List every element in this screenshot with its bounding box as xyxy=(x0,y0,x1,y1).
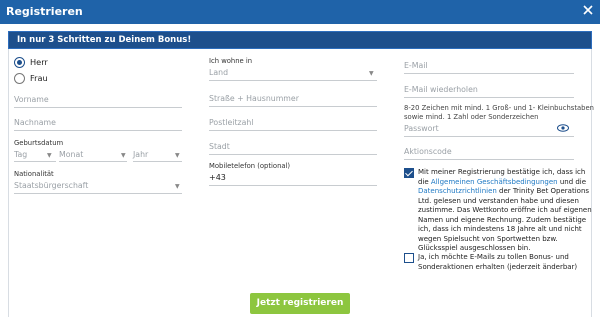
postal-code-underline xyxy=(209,130,377,131)
promo-banner: In nur 3 Schritten zu Deinem Bonus! xyxy=(8,31,592,49)
birth-month-select[interactable]: Monat xyxy=(59,150,83,159)
birth-month-underline xyxy=(59,161,127,162)
terms-checkbox[interactable] xyxy=(404,168,414,178)
mobile-underline xyxy=(209,185,377,186)
nationality-select[interactable]: Staatsbürgerschaft xyxy=(14,181,88,190)
promo-text: In nur 3 Schritten zu Deinem Bonus! xyxy=(17,35,192,45)
birth-day-underline xyxy=(14,161,56,162)
mobile-label: Mobiletelefon (optional) xyxy=(209,162,291,170)
last-name-field[interactable]: Nachname xyxy=(14,118,56,127)
privacy-link[interactable]: Datenschutzrichtlinien xyxy=(418,187,497,195)
newsletter-text: Ja, ich möchte E-Mails zu tollen Bonus- … xyxy=(418,253,578,271)
email-field[interactable]: E-Mail xyxy=(404,61,428,70)
birthdate-label: Geburtsdatum xyxy=(14,139,64,147)
street-underline xyxy=(209,106,377,107)
terms-text: Mit meiner Registrierung bestätige ich, … xyxy=(418,168,594,254)
email-repeat-field[interactable]: E-Mail wiederholen xyxy=(404,85,478,94)
birth-year-select[interactable]: Jahr xyxy=(133,150,148,159)
birth-day-select[interactable]: Tag xyxy=(14,150,27,159)
city-field[interactable]: Stadt xyxy=(209,142,230,151)
first-name-field[interactable]: Vorname xyxy=(14,95,49,104)
terms-text-mid: und die xyxy=(557,177,587,186)
city-underline xyxy=(209,154,377,155)
terms-text-post: der Trinity Bet Operations Ltd. gelesen … xyxy=(418,187,592,252)
password-field[interactable]: Passwort xyxy=(404,124,439,133)
password-hint-line1: 8-20 Zeichen mit mind. 1 Groß- und 1- Kl… xyxy=(404,104,594,112)
chevron-down-icon: ▼ xyxy=(175,183,180,190)
chevron-down-icon: ▼ xyxy=(47,152,52,159)
chevron-down-icon: ▼ xyxy=(175,152,180,159)
chevron-down-icon: ▼ xyxy=(369,70,374,77)
email-repeat-underline xyxy=(404,97,574,98)
password-hint-line2: sowie mind. 1 Zahl oder Sonderzeichen xyxy=(404,113,539,121)
birth-year-underline xyxy=(133,161,182,162)
salutation-frau-label: Frau xyxy=(30,73,48,83)
promo-code-underline xyxy=(404,159,574,160)
dialog-titlebar: Registrieren xyxy=(0,0,600,24)
eye-icon[interactable] xyxy=(557,124,569,132)
first-name-underline xyxy=(14,107,182,108)
nationality-label: Nationalität xyxy=(14,170,54,178)
email-underline xyxy=(404,73,574,74)
last-name-underline xyxy=(14,130,182,131)
salutation-frau-radio[interactable] xyxy=(14,73,25,84)
street-field[interactable]: Straße + Hausnummer xyxy=(209,94,299,103)
chevron-down-icon: ▼ xyxy=(121,152,126,159)
residence-label: Ich wohne in xyxy=(209,57,253,65)
dialog-title: Registrieren xyxy=(6,5,83,18)
agb-link[interactable]: Allgemeinen Geschäftsbedingungen xyxy=(431,178,558,186)
newsletter-checkbox[interactable] xyxy=(404,253,414,263)
country-select[interactable]: Land xyxy=(209,68,228,77)
salutation-herr-label: Herr xyxy=(30,57,48,67)
promo-code-field[interactable]: Aktionscode xyxy=(404,147,452,156)
password-underline xyxy=(404,136,574,137)
register-button[interactable]: Jetzt registrieren xyxy=(250,293,350,314)
salutation-herr-radio[interactable] xyxy=(14,57,25,68)
postal-code-field[interactable]: Postleitzahl xyxy=(209,118,253,127)
country-underline xyxy=(209,80,377,81)
mobile-field[interactable]: +43 xyxy=(209,173,226,182)
close-icon[interactable] xyxy=(581,3,595,17)
nationality-underline xyxy=(14,193,182,194)
